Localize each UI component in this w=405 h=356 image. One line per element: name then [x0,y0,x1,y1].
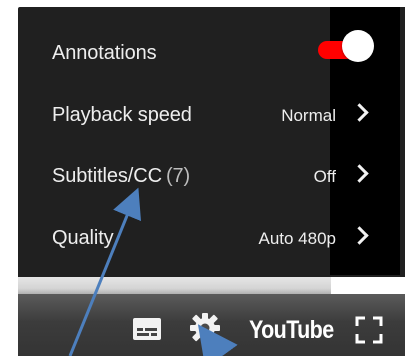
youtube-player-settings-screenshot: Annotations Playback speed Normal Subtit… [0,0,405,356]
subtitles-count: (7) [165,165,191,187]
quality-label: Quality [52,227,114,249]
annotations-label: Annotations [52,42,157,64]
playback-speed-row[interactable]: Playback speed Normal [18,94,390,134]
youtube-logo[interactable]: YouTube [249,318,334,343]
quality-value: Auto 480p [258,229,336,248]
subtitles-row[interactable]: Subtitles/CC (7) Off [18,155,390,195]
toggle-knob [342,30,374,62]
quality-row[interactable]: Quality Auto 480p [18,217,390,257]
playback-speed-value: Normal [281,106,336,125]
settings-gear-icon[interactable] [188,311,222,345]
subtitles-icon[interactable] [132,317,162,341]
fullscreen-svg [355,316,383,344]
subtitles-label: Subtitles/CC (7) [52,165,190,188]
subtitles-icon-svg [133,318,161,340]
chevron-right-icon [350,226,369,245]
settings-gear-svg [190,313,220,343]
fullscreen-icon[interactable] [354,315,384,345]
playback-speed-label: Playback speed [52,104,192,126]
subtitles-label-text: Subtitles/CC [52,165,162,187]
annotations-toggle[interactable] [318,30,376,70]
subtitles-value: Off [313,167,336,186]
chevron-right-icon [350,103,369,122]
chevron-right-icon [350,164,369,183]
